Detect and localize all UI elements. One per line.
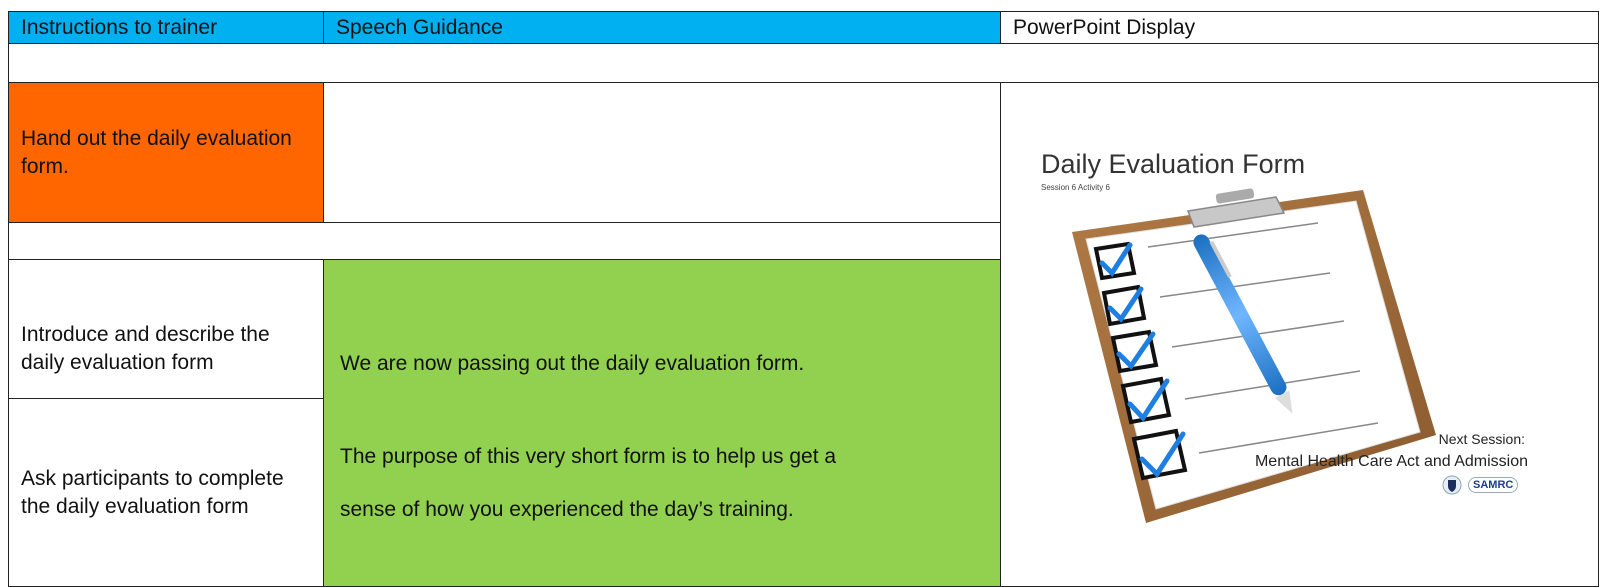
speech-guidance-block: We are now passing out the daily evaluat… [323,259,1001,587]
header-powerpoint: PowerPoint Display [1000,11,1599,44]
instruction-introduce: Introduce and describe the daily evaluat… [8,259,324,399]
header-powerpoint-label: PowerPoint Display [1013,15,1196,39]
slide-preview: Daily Evaluation Form Session 6 Activity… [1000,82,1599,587]
instruction-introduce-text: Introduce and describe the daily evaluat… [21,323,270,374]
slide-title: Daily Evaluation Form [1041,149,1306,179]
speech-handout-empty [323,82,1001,223]
instruction-handout-text: Hand out the daily evaluation form. [21,126,292,178]
samrc-logo: SAMRC [1468,477,1519,493]
speech-line-2a: The purpose of this very short form is t… [340,445,837,468]
slide-logos: SAMRC [1442,475,1519,495]
university-crest-icon [1442,475,1462,495]
next-session-label: Next Session: [1438,431,1525,447]
spacer-row-1 [8,43,1599,83]
instruction-ask-text: Ask participants to complete the daily e… [21,466,284,518]
speech-line-2b: sense of how you experienced the day’s t… [340,498,794,521]
instruction-ask: Ask participants to complete the daily e… [8,398,324,587]
spacer-row-2 [8,222,1001,260]
clipboard-checklist-icon [1072,188,1436,523]
header-instructions: Instructions to trainer [8,11,324,44]
next-session-title: Mental Health Care Act and Admission [1254,453,1528,470]
speech-line-1: We are now passing out the daily evaluat… [340,352,805,375]
instruction-handout: Hand out the daily evaluation form. [8,82,324,223]
header-instructions-label: Instructions to trainer [21,15,218,39]
header-speech: Speech Guidance [323,11,1001,44]
header-speech-label: Speech Guidance [336,15,503,39]
